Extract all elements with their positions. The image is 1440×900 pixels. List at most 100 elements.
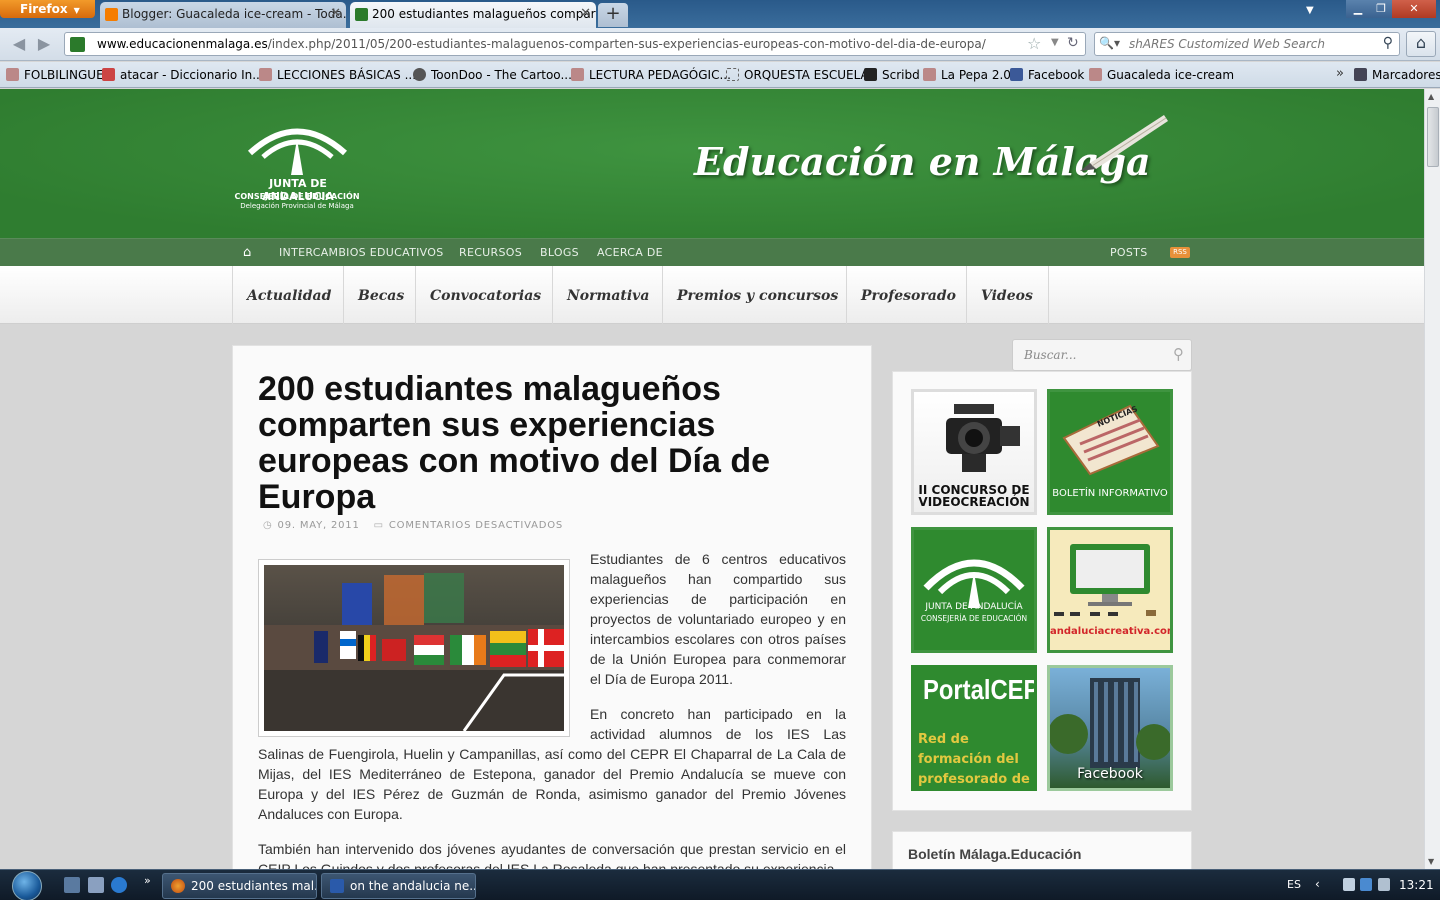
new-tab-button[interactable]: + bbox=[598, 3, 628, 27]
firefox-menu-label: Firefox bbox=[20, 2, 68, 16]
banner-facebook[interactable]: Facebook bbox=[1047, 665, 1173, 791]
back-button[interactable]: ◀ bbox=[8, 34, 30, 56]
history-dropdown-icon[interactable]: ▼ bbox=[1051, 37, 1059, 48]
bookmark-icon bbox=[923, 68, 936, 81]
web-page: JUNTA DE ANDALUCIA CONSEJERÍA DE EDUCACI… bbox=[0, 89, 1424, 869]
taskbar-item-word[interactable]: on the andalucia ne... bbox=[321, 873, 476, 899]
posts-link[interactable]: POSTS bbox=[1110, 246, 1147, 259]
close-icon[interactable]: ✕ bbox=[330, 6, 341, 21]
close-icon[interactable]: ✕ bbox=[580, 6, 591, 21]
search-icon[interactable]: ⚲ bbox=[1383, 35, 1393, 51]
firefox-menu-button[interactable]: Firefox ▼ bbox=[0, 0, 95, 18]
bookmark-item[interactable]: Scribd bbox=[864, 68, 920, 82]
scrollbar-thumb[interactable] bbox=[1427, 107, 1439, 167]
bookmarks-menu[interactable]: Marcadores bbox=[1354, 68, 1440, 82]
bookmark-item[interactable]: ToonDoo - The Cartoo... bbox=[413, 68, 572, 82]
junta-logo-icon[interactable] bbox=[245, 115, 350, 175]
banner-junta-andalucia[interactable]: JUNTA DE ANDALUCÍA CONSEJERÍA DE EDUCACI… bbox=[911, 527, 1037, 653]
search-icon[interactable]: ⚲ bbox=[1173, 345, 1184, 363]
volume-icon[interactable] bbox=[1378, 878, 1390, 891]
close-window-button[interactable]: ✕ bbox=[1392, 0, 1436, 18]
windows-taskbar: » 200 estudiantes mal... on the andaluci… bbox=[0, 869, 1440, 900]
web-search-box[interactable]: 🔍▾ shARES Customized Web Search ⚲ bbox=[1094, 32, 1400, 56]
url-bar[interactable]: www.educacionenmalaga.es/index.php/2011/… bbox=[64, 32, 1086, 56]
comment-icon: ▭ bbox=[373, 520, 384, 531]
bookmark-item[interactable]: LECTURA PEDAGÓGIC... bbox=[571, 68, 731, 82]
bookmark-icon bbox=[571, 68, 584, 81]
banner-label: BOLETÍN INFORMATIVO bbox=[1052, 488, 1168, 499]
network-icon[interactable] bbox=[1360, 878, 1372, 891]
bookmark-item[interactable]: La Pepa 2.0 bbox=[923, 68, 1011, 82]
banner-andalucia-creativa[interactable]: andaluciacreativa.com bbox=[1047, 527, 1173, 653]
word-icon bbox=[330, 879, 344, 893]
bookmark-item[interactable]: LECCIONES BÁSICAS ... bbox=[259, 68, 416, 82]
category-becas[interactable]: Becas bbox=[343, 266, 419, 324]
scroll-up-icon[interactable]: ▲ bbox=[1428, 92, 1434, 101]
category-actualidad[interactable]: Actualidad bbox=[232, 266, 346, 324]
tab-blogger[interactable]: Blogger: Guacaleda ice-cream - Toda... ✕ bbox=[100, 2, 346, 28]
category-normativa[interactable]: Normativa bbox=[552, 266, 664, 324]
navigation-toolbar: ◀ ▶ www.educacionenmalaga.es/index.php/2… bbox=[0, 28, 1440, 61]
search-engine-icon[interactable]: 🔍▾ bbox=[1099, 36, 1120, 50]
bookmark-label: Facebook bbox=[1028, 68, 1085, 82]
pencil-icon bbox=[1080, 115, 1168, 171]
bookmark-star-icon[interactable]: ☆ bbox=[1027, 34, 1041, 53]
category-profesorado[interactable]: Profesorado bbox=[846, 266, 971, 324]
article-photo[interactable] bbox=[258, 559, 570, 737]
chevron-more-icon[interactable]: » bbox=[1336, 66, 1344, 81]
banner-label: II CONCURSO DE VIDEOCREACIÓN bbox=[918, 483, 1030, 509]
monitor-icon bbox=[1054, 544, 1156, 616]
tab-list-icon[interactable]: ▼ bbox=[1306, 5, 1314, 16]
banner-newsletter[interactable]: NOTICIAS BOLETÍN INFORMATIVO bbox=[1047, 389, 1173, 515]
bookmark-item[interactable]: atacar - Diccionario In... bbox=[102, 68, 264, 82]
bookmark-item[interactable]: Guacaleda ice-cream bbox=[1089, 68, 1234, 82]
banner-label: CONSEJERÍA DE EDUCACIÓN bbox=[920, 614, 1028, 623]
bookmark-icon bbox=[259, 68, 272, 81]
start-button[interactable] bbox=[8, 870, 48, 900]
banner-video-contest[interactable]: II CONCURSO DE VIDEOCREACIÓN bbox=[911, 389, 1037, 515]
clock[interactable]: 13:21 bbox=[1399, 878, 1434, 892]
taskbar-item-firefox[interactable]: 200 estudiantes mal... bbox=[162, 873, 317, 899]
nav-acerca[interactable]: ACERCA DE bbox=[597, 246, 663, 259]
language-indicator[interactable]: ES bbox=[1287, 878, 1301, 891]
bookmark-item[interactable]: ORQUESTA ESCUELA bbox=[726, 68, 869, 82]
site-search-input[interactable]: Buscar... ⚲ bbox=[1012, 339, 1192, 371]
category-premios[interactable]: Premios y concursos bbox=[662, 266, 853, 324]
window-switcher-icon[interactable] bbox=[88, 877, 104, 893]
banner-label: Red de formación del profesorado de Mála… bbox=[918, 732, 1030, 787]
category-videos[interactable]: Videos bbox=[966, 266, 1049, 324]
newspaper-icon bbox=[1062, 404, 1160, 476]
bookmark-item[interactable]: Facebook bbox=[1010, 68, 1084, 82]
reload-icon[interactable]: ↻ bbox=[1067, 35, 1079, 51]
building-photo bbox=[1050, 678, 1170, 768]
scroll-down-icon[interactable]: ▼ bbox=[1428, 857, 1434, 866]
home-icon[interactable]: ⌂ bbox=[243, 245, 251, 260]
maximize-button[interactable]: ❐ bbox=[1370, 0, 1392, 18]
article-container: 200 estudiantes malagueños comparten sus… bbox=[232, 345, 872, 869]
show-desktop-icon[interactable] bbox=[64, 877, 80, 893]
forward-button[interactable]: ▶ bbox=[33, 34, 55, 56]
article-paragraph: También han intervenido dos jóvenes ayud… bbox=[258, 841, 846, 869]
rss-icon[interactable]: RSS bbox=[1170, 247, 1190, 258]
blogger-icon bbox=[105, 8, 118, 21]
tray-app-icon[interactable] bbox=[1343, 878, 1355, 891]
category-convocatorias[interactable]: Convocatorias bbox=[415, 266, 556, 324]
tray-expand-icon[interactable]: ‹ bbox=[1315, 877, 1320, 891]
nav-recursos[interactable]: RECURSOS bbox=[459, 246, 522, 259]
vertical-scrollbar[interactable]: ▲ ▼ bbox=[1424, 89, 1440, 869]
minimize-button[interactable]: ▁ bbox=[1346, 0, 1370, 18]
article-title[interactable]: 200 estudiantes malagueños comparten sus… bbox=[258, 371, 818, 515]
internet-explorer-icon[interactable] bbox=[111, 877, 127, 893]
category-navigation: Actualidad Becas Convocatorias Normativa… bbox=[0, 266, 1424, 324]
nav-blogs[interactable]: BLOGS bbox=[540, 246, 579, 259]
home-button[interactable]: ⌂ bbox=[1406, 31, 1436, 57]
tab-current-article[interactable]: 200 estudiantes malagueños compart... ✕ bbox=[350, 2, 596, 28]
chevron-more-icon[interactable]: » bbox=[144, 874, 151, 887]
site-identity-icon[interactable] bbox=[70, 37, 85, 52]
nav-intercambios[interactable]: INTERCAMBIOS EDUCATIVOS bbox=[279, 246, 444, 259]
banner-portal-cep[interactable]: PortalCEP Red de formación del profesora… bbox=[911, 665, 1037, 791]
firefox-icon bbox=[171, 879, 185, 893]
banner-label: andaluciacreativa.com bbox=[1050, 626, 1173, 637]
bookmark-item[interactable]: FOLBILINGUE bbox=[6, 68, 104, 82]
bookmark-icon bbox=[6, 68, 19, 81]
